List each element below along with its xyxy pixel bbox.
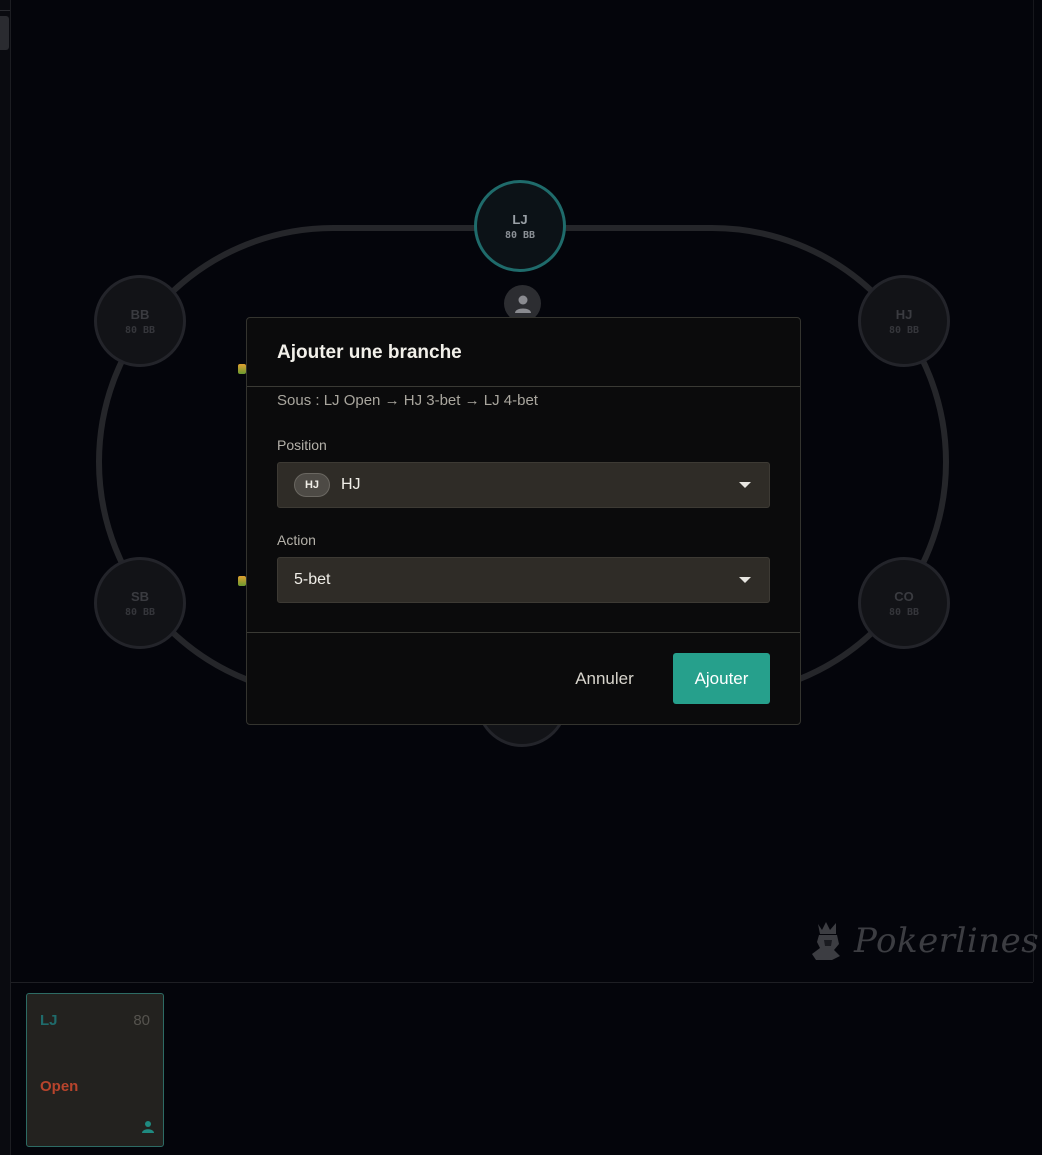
- seat-stack-label: 80 BB: [124, 324, 156, 336]
- dialog-title: Ajouter une branche: [277, 342, 462, 363]
- seat-position-label: LJ: [512, 211, 528, 227]
- card-stack: 80: [133, 1012, 150, 1029]
- pokerlines-logo: Pokerlines: [810, 920, 1039, 962]
- left-panel-toggle[interactable]: [0, 16, 9, 50]
- action-select-value: 5-bet: [294, 571, 331, 588]
- logo-text: Pokerlines: [854, 921, 1040, 961]
- divider: [247, 386, 800, 387]
- cancel-button[interactable]: Annuler: [557, 654, 652, 704]
- king-logo-icon: [812, 922, 840, 960]
- position-badge: HJ: [294, 473, 330, 497]
- left-panel-border: [0, 0, 11, 1155]
- seat-position-label: CO: [894, 588, 914, 604]
- seat-position-label: HJ: [895, 306, 913, 322]
- position-select-value: HJ: [341, 476, 361, 493]
- chip-stack-icon: [238, 364, 246, 374]
- seat-stack-label: 80 BB: [888, 606, 920, 618]
- seat-bb[interactable]: BB 80 BB: [94, 275, 186, 367]
- action-label: Action: [277, 532, 316, 548]
- add-button[interactable]: Ajouter: [673, 653, 770, 704]
- seat-stack-label: 80 BB: [888, 324, 920, 336]
- position-label: Position: [277, 437, 327, 453]
- divider: [0, 10, 10, 11]
- caret-down-icon: [739, 482, 751, 488]
- position-select[interactable]: HJ HJ: [277, 462, 770, 508]
- seat-hj[interactable]: HJ 80 BB: [858, 275, 950, 367]
- seat-position-label: BB: [130, 306, 150, 322]
- seat-stack-label: 80 BB: [124, 606, 156, 618]
- user-icon: [142, 1120, 154, 1138]
- seat-lj[interactable]: LJ 80 BB: [474, 180, 566, 272]
- card-position: LJ: [40, 1012, 58, 1029]
- add-branch-dialog: Ajouter une branche Sous : LJ Open → HJ …: [246, 317, 801, 725]
- action-card[interactable]: LJ 80 Open: [26, 993, 164, 1147]
- breadcrumb: Sous : LJ Open → HJ 3-bet → LJ 4-bet: [277, 392, 538, 409]
- action-history-strip: [11, 982, 1033, 1155]
- app-root: LJ 80 BB BB 80 BB HJ 80 BB SB 80 BB CO 8…: [0, 0, 1042, 1155]
- seat-position-label: SB: [130, 588, 150, 604]
- divider: [247, 632, 800, 633]
- action-select[interactable]: 5-bet: [277, 557, 770, 603]
- caret-down-icon: [739, 577, 751, 583]
- chip-stack-icon: [238, 576, 246, 586]
- card-action: Open: [40, 1078, 79, 1095]
- divider: [1033, 0, 1034, 982]
- seat-co[interactable]: CO 80 BB: [858, 557, 950, 649]
- seat-sb[interactable]: SB 80 BB: [94, 557, 186, 649]
- seat-stack-label: 80 BB: [504, 229, 536, 241]
